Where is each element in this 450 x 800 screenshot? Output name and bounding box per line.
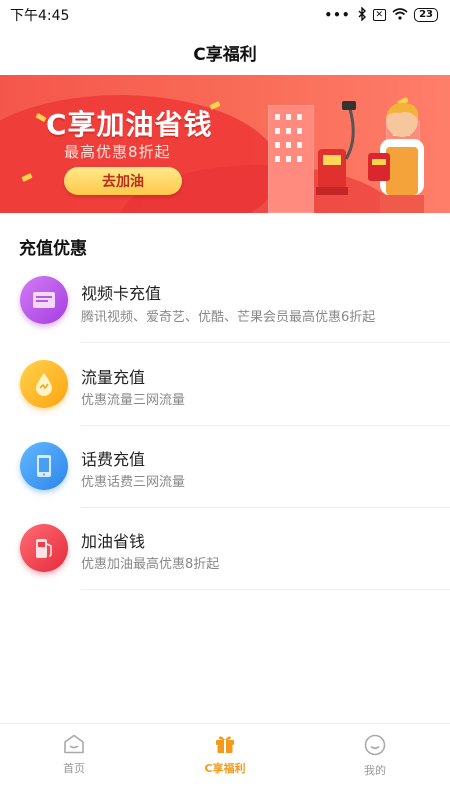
banner-subtitle: 最高优惠8折起 bbox=[64, 143, 171, 161]
item-desc: 优惠加油最高优惠8折起 bbox=[81, 557, 220, 572]
gas-station-attendant-illustration bbox=[316, 101, 424, 213]
page-title: C享福利 bbox=[193, 45, 257, 65]
nav-welfare[interactable]: C享福利 bbox=[185, 734, 265, 776]
item-title: 加油省钱 bbox=[81, 532, 146, 551]
nav-home-label: 首页 bbox=[63, 762, 85, 775]
list-item-phone-bill[interactable]: 话费充值 优惠话费三网流量 bbox=[0, 426, 450, 508]
status-bar: 下午4:45 ••• ✕ 23 bbox=[0, 0, 450, 30]
smiley-icon bbox=[364, 734, 386, 756]
gift-icon bbox=[216, 736, 234, 753]
status-time: 下午4:45 bbox=[10, 8, 70, 24]
list-item-data[interactable]: 流量充值 优惠流量三网流量 bbox=[0, 344, 450, 426]
nav-welfare-label: C享福利 bbox=[204, 762, 246, 775]
item-desc: 腾讯视频、爱奇艺、优酷、芒果会员最高优惠6折起 bbox=[81, 310, 376, 325]
fuel-pump-icon bbox=[20, 524, 68, 572]
item-title: 流量充值 bbox=[81, 368, 146, 387]
nav-mine-label: 我的 bbox=[364, 764, 386, 777]
promo-banner[interactable]: C享加油省钱 最高优惠8折起 去加油 bbox=[0, 75, 450, 213]
more-notifications-icon: ••• bbox=[324, 8, 351, 22]
section-title: 充值优惠 bbox=[19, 239, 87, 259]
nav-home[interactable]: 首页 bbox=[34, 734, 114, 776]
list-item-video-card[interactable]: 视频卡充值 腾讯视频、爱奇艺、优酷、芒果会员最高优惠6折起 bbox=[0, 262, 450, 344]
list-item-refuel[interactable]: 加油省钱 优惠加油最高优惠8折起 bbox=[0, 508, 450, 590]
nav-mine[interactable]: 我的 bbox=[335, 734, 415, 778]
status-icons: ••• ✕ 23 bbox=[324, 5, 438, 24]
home-icon bbox=[64, 734, 84, 754]
go-refuel-button[interactable]: 去加油 bbox=[64, 167, 182, 195]
video-card-icon bbox=[20, 276, 68, 324]
building-illustration bbox=[268, 105, 314, 213]
phone-icon bbox=[20, 442, 68, 490]
banner-title: C享加油省钱 bbox=[46, 108, 213, 141]
wifi-icon bbox=[392, 7, 408, 23]
bottom-navigation: 首页 C享福利 我的 bbox=[0, 723, 450, 800]
item-title: 话费充值 bbox=[81, 450, 146, 469]
bluetooth-icon bbox=[357, 5, 367, 24]
item-title: 视频卡充值 bbox=[81, 284, 162, 303]
data-drop-icon bbox=[20, 360, 68, 408]
battery-icon: 23 bbox=[414, 8, 438, 22]
item-desc: 优惠流量三网流量 bbox=[81, 393, 186, 408]
no-sim-icon: ✕ bbox=[372, 9, 387, 21]
item-desc: 优惠话费三网流量 bbox=[81, 475, 186, 490]
